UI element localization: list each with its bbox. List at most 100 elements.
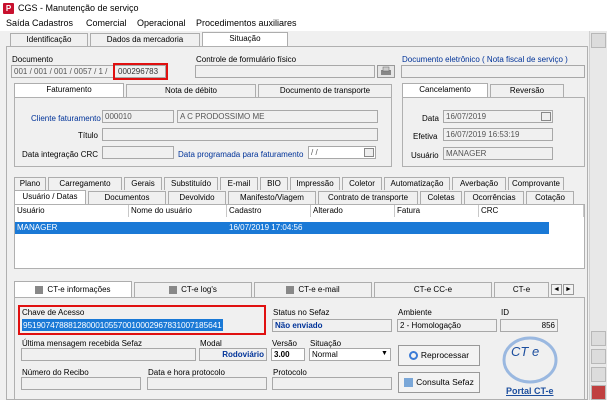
portal-cte-link[interactable]: Portal CT-e [506,386,554,396]
cliente-faturamento-label: Cliente faturamento [31,114,101,123]
usuarios-grid[interactable]: Usuário Nome do usuário Cadastro Alterad… [14,204,585,269]
window-title: CGS - Manutenção de serviço [18,3,139,13]
tab-carregamento[interactable]: Carregamento [48,177,122,190]
usuario-label: Usuário [411,151,439,160]
protocolo-data-field [147,377,267,390]
side-button-4[interactable] [591,367,606,382]
tab-manifesto-viagem[interactable]: Manifesto/Viagem [228,191,316,204]
calendar-icon[interactable] [364,148,374,157]
tab-coletas[interactable]: Coletas [420,191,462,204]
side-button-1[interactable] [591,33,606,48]
tab-email[interactable]: E-mail [220,177,258,190]
chave-label: Chave de Acesso [22,308,85,317]
id-field: 856 [500,319,558,332]
menu-cadastros[interactable]: Cadastros [32,18,73,28]
controle-field[interactable] [195,65,375,78]
tab-scroll-right-icon[interactable]: ► [563,284,574,295]
doc-eletronico-label: Documento eletrônico ( Nota fiscal de se… [402,55,568,64]
svg-text:CT e: CT e [511,344,539,359]
tab-cte-logs[interactable]: CT-e log's [134,282,252,297]
ultima-mensagem-field [21,348,196,361]
reprocessar-button[interactable]: Reprocessar [398,345,480,366]
grid-header-cadastro[interactable]: Cadastro [227,205,311,217]
title-bar: P CGS - Manutenção de serviço [0,0,607,17]
ambiente-field: 2 - Homologação [397,319,497,332]
cliente-code-field[interactable]: 000010 [102,110,174,123]
grid-header-usuario[interactable]: Usuário [15,205,129,217]
tab-cotacao[interactable]: Cotação [526,191,574,204]
tab-averbacao[interactable]: Averbação [452,177,506,190]
subtabs-row2: Usuário / Datas Documentos Devolvido Man… [14,190,585,204]
tab-gerais[interactable]: Gerais [124,177,162,190]
tab-documentos[interactable]: Documentos [88,191,166,204]
cell-cadastro: 16/07/2019 17:04:56 [229,223,303,232]
cte-email-icon [286,285,295,294]
chave-field[interactable]: 9519074788812800010557001000296783100718… [22,319,223,331]
grid-header-crc[interactable]: CRC [479,205,584,217]
tab-cancelamento[interactable]: Cancelamento [402,83,488,97]
documento-number: 000296783 [118,67,159,76]
menu-operacional[interactable]: Operacional [137,18,186,28]
protocolo-field [272,377,392,390]
versao-label: Versão [272,339,297,348]
tab-scroll-left-icon[interactable]: ◄ [551,284,562,295]
tab-identificacao[interactable]: Identificação [10,33,88,46]
cte-info-icon [35,285,44,294]
printer-icon[interactable] [377,65,395,78]
situacao-label: Situação [310,339,342,348]
side-button-2[interactable] [591,331,606,346]
tab-ocorrencias[interactable]: Ocorrências [464,191,524,204]
tab-coletor[interactable]: Coletor [342,177,382,190]
grid-header-alterado[interactable]: Alterado [311,205,395,217]
modal-field: Rodoviário [199,348,267,361]
protocolo-data-label: Data e hora protocolo [148,368,225,377]
tab-documento-transporte[interactable]: Documento de transporte [258,84,392,97]
side-button-5[interactable] [591,385,606,400]
menu-comercial[interactable]: Comercial [86,18,127,28]
titulo-label: Título [78,131,99,140]
menu-saida[interactable]: Saída [6,18,30,28]
tab-cte-cce[interactable]: CT-e CC-e [374,282,492,297]
tab-reversao[interactable]: Reversão [490,84,564,97]
tab-automatizacao[interactable]: Automatização [384,177,450,190]
app-icon: P [3,3,14,14]
cte-logo: CT e [500,334,560,386]
tab-dados-mercadoria[interactable]: Dados da mercadoria [90,33,200,46]
tab-faturamento[interactable]: Faturamento [14,83,124,97]
cancel-data-field: 16/07/2019 [443,110,553,123]
chevron-down-icon[interactable]: ▼ [381,350,388,357]
efetiva-field: 16/07/2019 16:53:19 [443,128,553,141]
tab-comprovante[interactable]: Comprovante [508,177,564,190]
status-label: Status no Sefaz [273,308,330,317]
tab-usuario-datas[interactable]: Usuário / Datas [14,190,86,204]
side-button-3[interactable] [591,349,606,364]
efetiva-label: Efetiva [413,132,438,141]
id-label: ID [501,308,509,317]
grid-header-nome[interactable]: Nome do usuário [129,205,227,217]
tab-nota-debito[interactable]: Nota de débito [126,84,256,97]
tab-situacao[interactable]: Situação [202,32,288,46]
versao-field[interactable]: 3.00 [271,348,305,361]
menu-procedimentos[interactable]: Procedimentos auxiliares [196,18,297,28]
tab-cte-email[interactable]: CT-e e-mail [254,282,372,297]
tab-substituido[interactable]: Substituído [164,177,218,190]
ultima-mensagem-label: Última mensagem recebida Sefaz [22,339,143,348]
tab-impressao[interactable]: Impressão [290,177,340,190]
table-row[interactable]: MANAGER 16/07/2019 17:04:56 [15,222,549,234]
tab-cte-more[interactable]: CT-e [494,282,549,297]
tab-plano[interactable]: Plano [14,177,46,190]
tab-devolvido[interactable]: Devolvido [168,191,226,204]
tab-bio[interactable]: BIO [260,177,288,190]
documento-label: Documento [12,55,53,64]
grid-header-fatura[interactable]: Fatura [395,205,479,217]
search-icon [404,378,414,388]
tab-contrato-transporte[interactable]: Contrato de transporte [318,191,418,204]
calendar-icon-cancel[interactable] [541,112,551,121]
recibo-label: Número do Recibo [22,368,89,377]
situacao-select[interactable]: Normal [309,348,391,361]
protocolo-label: Protocolo [273,368,307,377]
doc-eletronico-field[interactable] [401,65,585,78]
consulta-sefaz-button[interactable]: Consulta Sefaz [398,372,480,393]
tab-cte-informacoes[interactable]: CT-e informações [14,281,132,297]
modal-label: Modal [200,339,222,348]
